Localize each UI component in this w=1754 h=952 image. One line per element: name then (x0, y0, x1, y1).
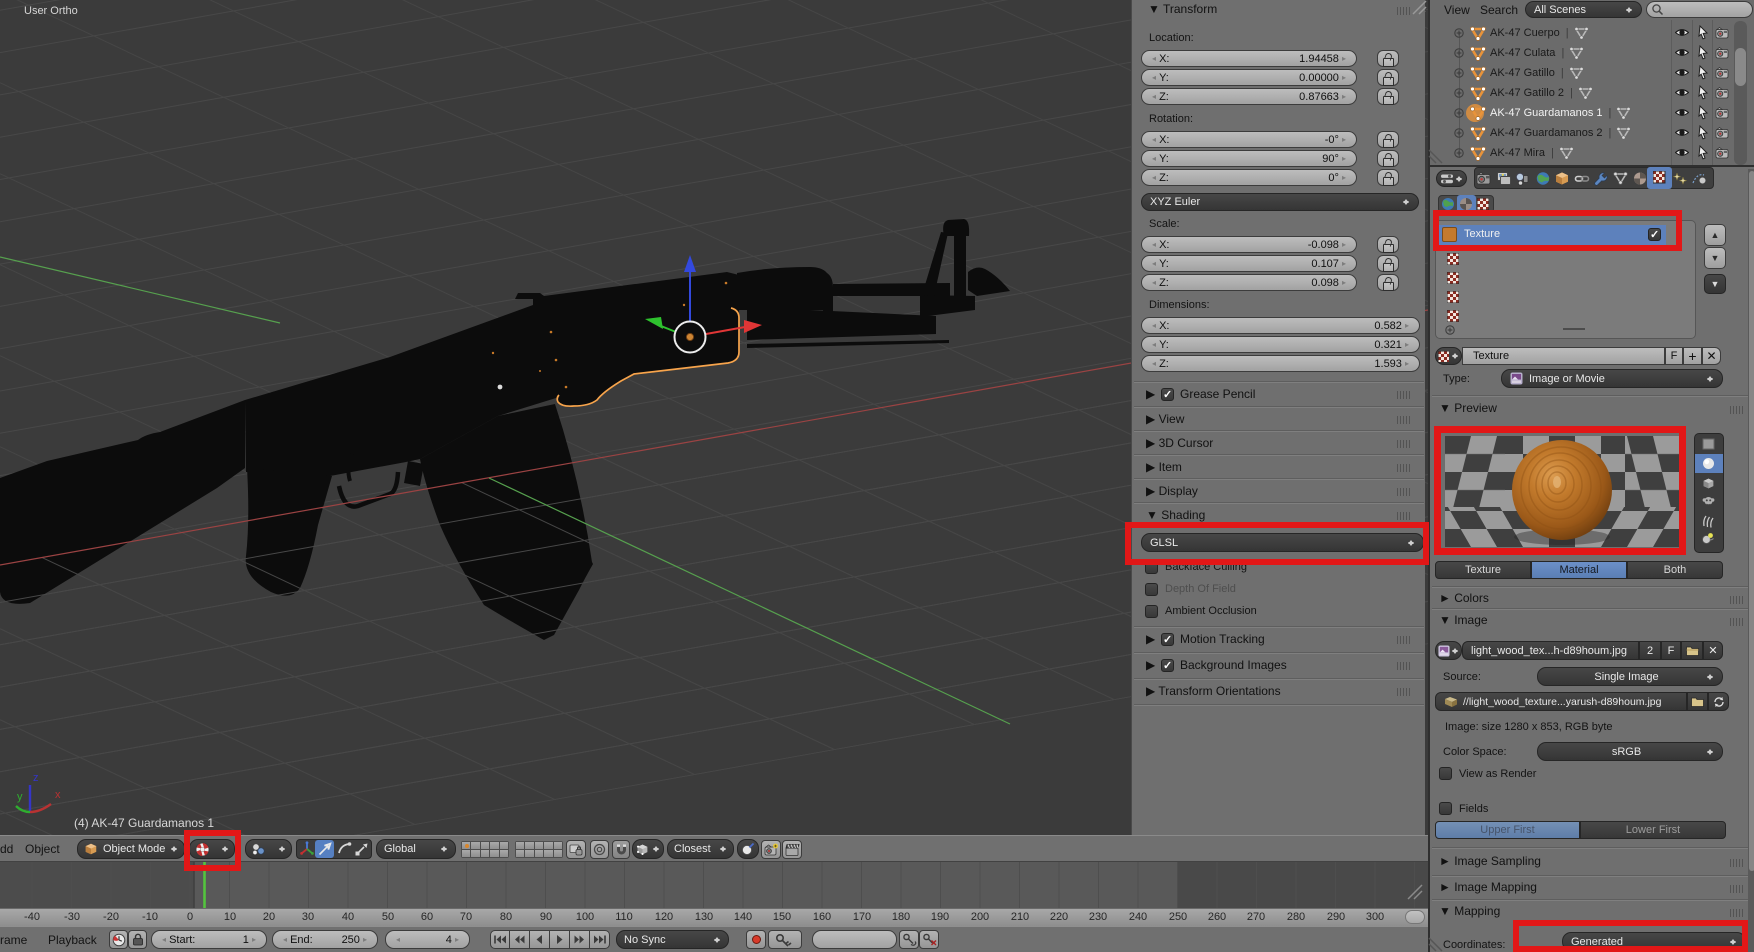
svg-text:z: z (33, 772, 39, 784)
svg-text:y: y (17, 791, 23, 803)
svg-text:x: x (55, 789, 61, 801)
